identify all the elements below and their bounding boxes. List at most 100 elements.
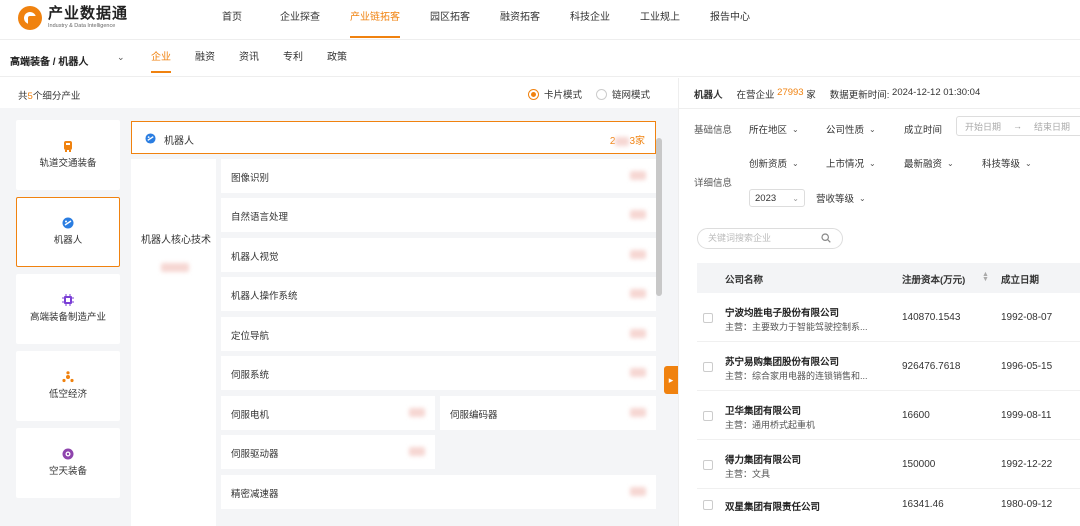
tab-enterprise[interactable]: 企业: [142, 41, 180, 77]
chevron-down-icon: ⌄: [859, 193, 866, 203]
year-select[interactable]: 2023 ⌄: [749, 189, 805, 207]
blurred-value: [630, 289, 646, 298]
logo[interactable]: 产业数据通 Industry & Data Intelligence: [18, 6, 128, 30]
row-checkbox[interactable]: [703, 362, 713, 372]
tab-finance[interactable]: 融资: [186, 41, 224, 77]
nav-park-prospect[interactable]: 园区拓客: [420, 0, 480, 40]
sub-tabs: 企业 融资 资讯 专利 政策: [142, 41, 362, 77]
table-row[interactable]: 双星集团有限责任公司 16341.46 1980-09-12: [697, 489, 1080, 526]
robot-icon: [145, 133, 156, 144]
tree-scrollbar[interactable]: [656, 138, 662, 296]
card-mode-option[interactable]: 卡片模式: [528, 87, 582, 101]
radio-card-mode[interactable]: [528, 88, 539, 100]
row-checkbox[interactable]: [703, 411, 713, 421]
filter-innovation[interactable]: 创新资质 ⌄: [749, 156, 799, 171]
table-row[interactable]: 宁波均胜电子股份有限公司 主营：主要致力于智能驾驶控制系... 140870.1…: [697, 293, 1080, 342]
filter-company-type[interactable]: 公司性质 ⌄: [826, 122, 876, 137]
nav-finance-prospect[interactable]: 融资拓客: [490, 0, 550, 40]
tree-node[interactable]: 自然语言处理: [221, 198, 656, 232]
filter-latest-financing[interactable]: 最新融资 ⌄: [904, 156, 954, 171]
filter-revenue-level[interactable]: 营收等级 ⌄: [816, 191, 866, 206]
root-count: 2 3家: [609, 136, 645, 147]
radio-chain-mode[interactable]: [596, 88, 607, 100]
tab-policy[interactable]: 政策: [318, 41, 356, 77]
category-aerospace[interactable]: 空天装备: [16, 428, 120, 498]
table-row[interactable]: 卫华集团有限公司 主营：通用桥式起重机 16600 1999-08-11: [697, 391, 1080, 440]
col-founded-date: 成立日期: [1001, 275, 1040, 286]
panel-title: 机器人: [694, 90, 723, 101]
arrow-right-icon: →: [1013, 121, 1023, 131]
active-count: 27993: [777, 87, 804, 98]
nav-chain-prospect[interactable]: 产业链拓客: [340, 0, 410, 40]
category-robot[interactable]: 机器人: [16, 197, 120, 267]
table-header: 公司名称 注册资本(万元) ▲ ▼ 成立日期: [697, 263, 1080, 293]
blurred-value: [630, 210, 646, 219]
chip-icon: [62, 294, 74, 306]
tab-news[interactable]: 资讯: [230, 41, 268, 77]
sort-icon[interactable]: ▲ ▼: [982, 271, 989, 283]
chevron-down-icon[interactable]: ⌄: [117, 52, 125, 63]
tree-node[interactable]: 伺服驱动器: [221, 435, 435, 469]
blurred-value: [630, 171, 646, 180]
filter-tech-level[interactable]: 科技等级 ⌄: [982, 156, 1032, 171]
filter-region[interactable]: 所在地区 ⌄: [749, 122, 799, 137]
nav-industrial[interactable]: 工业规上: [630, 0, 690, 40]
chevron-down-icon: ⌄: [869, 158, 876, 168]
industry-count: 共5个细分产业: [18, 91, 81, 102]
founded-date-range[interactable]: 开始日期 → 结束日期: [956, 116, 1080, 136]
logo-icon: [18, 6, 42, 30]
search-icon[interactable]: [821, 233, 831, 243]
category-list: 轨道交通装备 机器人 高端装备制造产业 低空经济 空天装备: [16, 120, 121, 505]
row-checkbox[interactable]: [703, 460, 713, 470]
train-icon: [62, 140, 74, 152]
blurred-value: [630, 487, 646, 496]
filter-listing[interactable]: 上市情况 ⌄: [826, 156, 876, 171]
sub-bar: 高端装备 / 机器人 ⌄ 企业 融资 资讯 专利 政策: [0, 41, 1080, 77]
blurred-value: [630, 329, 646, 338]
tree-node[interactable]: 机器人视觉: [221, 238, 656, 272]
tree-group-core-tech[interactable]: 机器人核心技术: [131, 159, 216, 526]
tab-patent[interactable]: 专利: [274, 41, 312, 77]
panel-header: 机器人 在营企业 27993 家 数据更新时间: 2024-12-12 01:3…: [694, 87, 981, 101]
col-registered-capital[interactable]: 注册资本(万元): [902, 272, 965, 286]
table-row[interactable]: 苏宁易购集团股份有限公司 主营：综合家用电器的连锁销售和... 926476.7…: [697, 342, 1080, 391]
chevron-down-icon: ⌄: [792, 158, 799, 168]
category-high-end-equipment[interactable]: 高端装备制造产业: [16, 274, 120, 344]
chain-mode-option[interactable]: 链网模式: [596, 87, 650, 101]
tree-node[interactable]: 定位导航: [221, 317, 656, 351]
blurred-value: [161, 263, 189, 272]
category-low-altitude[interactable]: 低空经济: [16, 351, 120, 421]
nav-report-center[interactable]: 报告中心: [700, 0, 760, 40]
breadcrumb[interactable]: 高端装备 / 机器人: [10, 53, 88, 68]
chevron-down-icon: ⌄: [869, 124, 876, 134]
tree-node[interactable]: 图像识别: [221, 159, 656, 193]
nav-enterprise-explore[interactable]: 企业探查: [270, 0, 330, 40]
tree-node[interactable]: 精密减速器: [221, 475, 656, 509]
tree-node[interactable]: 机器人操作系统: [221, 277, 656, 311]
row-checkbox[interactable]: [703, 313, 713, 323]
tree-node[interactable]: 伺服电机: [221, 396, 435, 430]
robot-icon: [62, 217, 74, 229]
row-checkbox[interactable]: [703, 500, 713, 510]
industry-panel: 共5个细分产业 卡片模式 链网模式 轨道交通装备 机器人 高端装备制造产业 低空…: [0, 78, 678, 526]
update-time: 2024-12-12 01:30:04: [892, 87, 981, 98]
blurred-value: [615, 136, 630, 146]
brand-subtitle: Industry & Data Intelligence: [48, 23, 116, 29]
company-panel: 机器人 在营企业 27993 家 数据更新时间: 2024-12-12 01:3…: [678, 78, 1080, 526]
tree-root-robot[interactable]: 机器人 2 3家: [131, 121, 656, 154]
main-nav: 首页 企业探查 产业链拓客 园区拓客 融资拓客 科技企业 工业规上 报告中心: [212, 0, 760, 40]
blurred-value: [630, 368, 646, 377]
nav-tech-enterprise[interactable]: 科技企业: [560, 0, 620, 40]
col-company-name: 公司名称: [725, 275, 764, 286]
drone-icon: [62, 371, 74, 383]
category-rail-transit[interactable]: 轨道交通装备: [16, 120, 120, 190]
tree-node[interactable]: 伺服系统: [221, 356, 656, 390]
industry-tree: 机器人 2 3家 机器人核心技术 图像识别 自然语言处理 机器人视觉 机器人操作系…: [131, 121, 656, 526]
nav-home[interactable]: 首页: [212, 0, 252, 40]
top-bar: 产业数据通 Industry & Data Intelligence 首页 企业…: [0, 0, 1080, 40]
tree-node[interactable]: 伺服编码器: [440, 396, 656, 430]
table-row[interactable]: 得力集团有限公司 主营：文具 150000 1992-12-22: [697, 440, 1080, 489]
blurred-value: [409, 408, 425, 417]
collapse-panel-button[interactable]: ▸: [664, 366, 678, 394]
planet-icon: [62, 448, 74, 460]
